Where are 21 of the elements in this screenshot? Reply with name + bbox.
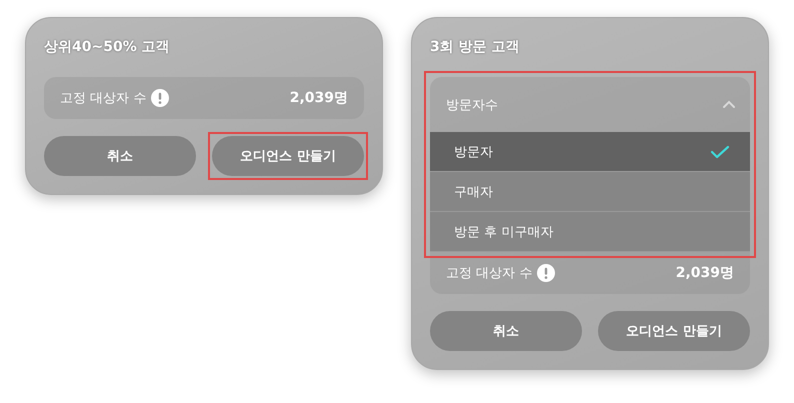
exclamation-icon: [537, 264, 556, 282]
dropdown-label: 방문자수: [446, 96, 498, 114]
info-label: 고정 대상자 수: [60, 90, 146, 107]
info-value: 2,039명: [290, 89, 348, 107]
dialog-button[interactable]: 오디언스 만들기: [598, 311, 750, 351]
dropdown-option[interactable]: 방문자: [430, 132, 750, 172]
option-label: 구매자: [454, 184, 493, 200]
dialog-button[interactable]: 오디언스 만들기: [212, 136, 364, 176]
info-label: 고정 대상자 수: [446, 265, 532, 282]
option-label: 방문 후 미구매자: [454, 224, 554, 240]
check-icon: [710, 144, 730, 158]
info-value: 2,039명: [676, 264, 734, 282]
exclamation-icon: [151, 89, 170, 107]
dialog-button[interactable]: 취소: [430, 311, 582, 351]
dialog-button[interactable]: 취소: [44, 136, 196, 176]
dialog-title: 3회 방문 고객: [430, 38, 520, 57]
dialog-title: 상위40~50% 고객: [44, 38, 171, 57]
dropdown-header[interactable]: 방문자수: [430, 77, 750, 132]
option-label: 방문자: [454, 144, 493, 160]
dropdown-option[interactable]: 방문 후 미구매자: [430, 212, 750, 252]
dropdown-option[interactable]: 구매자: [430, 172, 750, 212]
